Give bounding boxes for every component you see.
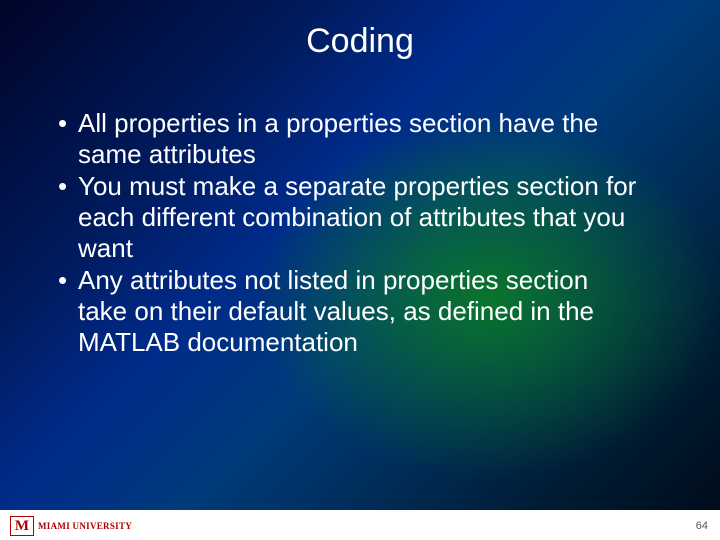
logo-main-text: MIAMI UNIVERSITY bbox=[38, 522, 132, 531]
slide: Coding All properties in a properties se… bbox=[0, 0, 720, 540]
slide-title: Coding bbox=[0, 22, 720, 61]
slide-body: All properties in a properties section h… bbox=[58, 108, 640, 359]
bullet-list: All properties in a properties section h… bbox=[58, 108, 640, 357]
footer-bar: M MIAMI UNIVERSITY 64 bbox=[0, 510, 720, 540]
logo-mark-icon: M bbox=[10, 516, 34, 536]
page-number: 64 bbox=[696, 520, 708, 532]
logo-text: MIAMI UNIVERSITY bbox=[38, 522, 132, 531]
university-logo: M MIAMI UNIVERSITY bbox=[10, 516, 132, 536]
bullet-item: You must make a separate properties sect… bbox=[58, 171, 640, 263]
bullet-item: Any attributes not listed in properties … bbox=[58, 265, 640, 357]
bullet-item: All properties in a properties section h… bbox=[58, 108, 640, 169]
